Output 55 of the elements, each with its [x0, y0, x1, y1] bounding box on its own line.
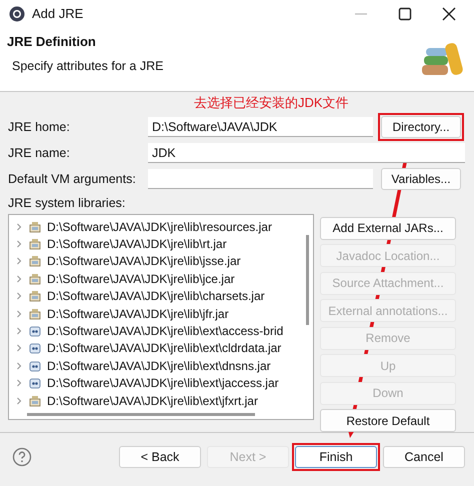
input-field[interactable] — [148, 168, 373, 189]
jar-icon — [29, 238, 41, 250]
jar-icon — [29, 342, 41, 354]
jar-icon — [29, 394, 41, 407]
help-icon[interactable] — [12, 446, 32, 467]
dialog-button[interactable]: < Back — [119, 446, 201, 468]
jar-icon — [29, 308, 41, 320]
library-button[interactable]: Restore Default — [320, 409, 456, 432]
window-title: Add JRE — [32, 6, 84, 22]
jar-icon — [29, 377, 41, 390]
gear-icon — [8, 4, 26, 23]
field-label: Default VM arguments: — [8, 172, 137, 186]
library-path[interactable]: D:\Software\JAVA\JDK\jre\lib\ext\jaccess.jar — [47, 376, 279, 390]
chevron-icon[interactable] — [15, 310, 23, 318]
dialog-button[interactable]: Variables... — [381, 168, 461, 190]
library-path[interactable]: D:\Software\JAVA\JDK\jre\lib\jsse.jar — [47, 254, 241, 268]
jar-icon — [29, 360, 41, 372]
dialog-button[interactable]: Finish — [295, 446, 377, 468]
annotation-text: 去选择已经安装的JDK文件 — [194, 94, 349, 112]
chevron-icon[interactable] — [15, 292, 23, 300]
list-label: JRE system libraries: — [8, 196, 126, 212]
jar-icon — [29, 272, 41, 285]
library-path[interactable]: D:\Software\JAVA\JDK\jre\lib\ext\jfxrt.jar — [47, 394, 258, 408]
chevron-icon[interactable] — [15, 222, 23, 231]
chevron-icon[interactable] — [15, 396, 23, 405]
chevron-icon[interactable] — [15, 274, 23, 283]
chevron-icon[interactable] — [15, 257, 23, 266]
chevron-icon[interactable] — [15, 240, 23, 248]
library-path[interactable]: D:\Software\JAVA\JDK\jre\lib\jce.jar — [47, 272, 235, 286]
chevron-icon[interactable] — [15, 362, 23, 370]
library-button[interactable]: Add External JARs... — [320, 216, 456, 240]
maximize-icon[interactable] — [398, 6, 412, 21]
library-path[interactable]: D:\Software\JAVA\JDK\jre\lib\jfr.jar — [47, 306, 229, 321]
section-title: JRE Definition — [7, 34, 97, 49]
dialog-button[interactable]: Cancel — [383, 446, 465, 468]
library-path[interactable]: D:\Software\JAVA\JDK\jre\lib\ext\dnsns.jar — [47, 358, 271, 373]
library-path[interactable]: D:\Software\JAVA\JDK\jre\lib\rt.jar — [47, 237, 227, 252]
input-field[interactable]: D:\Software\JAVA\JDK — [148, 116, 373, 137]
library-path[interactable]: D:\Software\JAVA\JDK\jre\lib\resources.jar — [47, 220, 272, 234]
chevron-icon[interactable] — [15, 379, 23, 388]
chevron-icon[interactable] — [15, 327, 23, 336]
input-field[interactable]: JDK — [148, 142, 465, 163]
library-path[interactable]: D:\Software\JAVA\JDK\jre\lib\ext\access-brid — [47, 324, 284, 338]
jar-icon — [29, 290, 41, 302]
dialog-button[interactable]: Directory... — [381, 116, 461, 138]
section-subtitle: Specify attributes for a JRE — [11, 58, 164, 73]
close-icon[interactable] — [442, 6, 456, 21]
library-path[interactable]: D:\Software\JAVA\JDK\jre\lib\charsets.jar — [47, 289, 265, 304]
jar-icon — [29, 255, 41, 268]
jar-icon — [29, 220, 41, 233]
jar-icon — [29, 325, 41, 338]
library-path[interactable]: D:\Software\JAVA\JDK\jre\lib\ext\cldrdata.jar — [47, 341, 282, 356]
chevron-icon[interactable] — [15, 344, 23, 352]
field-label: JRE name: — [8, 146, 71, 160]
field-label: JRE home: — [8, 120, 71, 134]
